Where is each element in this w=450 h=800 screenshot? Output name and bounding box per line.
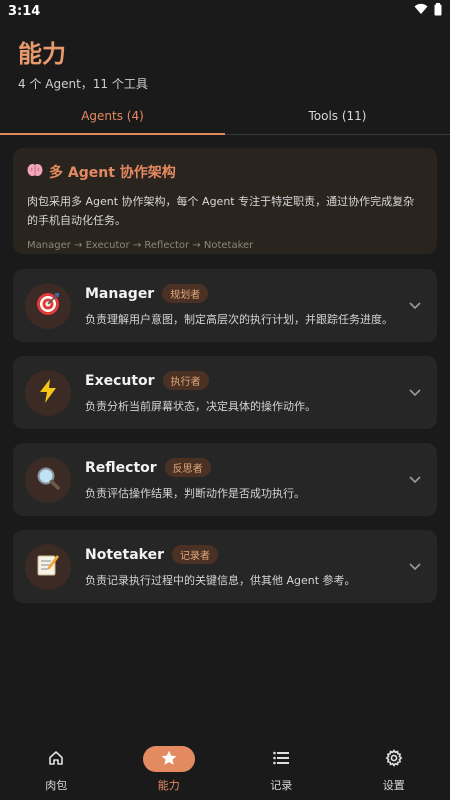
intro-title: 多 Agent 协作架构 [49, 165, 176, 181]
agent-title-row: Reflector 反思者 [85, 458, 405, 477]
nav-icon-container [368, 746, 420, 772]
status-icons [414, 2, 442, 20]
battery-icon [434, 2, 442, 20]
agent-card-manager[interactable]: Manager 规划者 负责理解用户意图，制定高层次的执行计划，并跟踪任务进度。 [13, 269, 437, 342]
memo-icon [36, 553, 60, 581]
agent-flow: Manager → Executor → Reflector → Notetak… [27, 240, 254, 251]
nav-item-settings[interactable]: 设置 [349, 746, 439, 793]
chevron-down-icon[interactable] [405, 383, 425, 403]
agent-card-executor[interactable]: Executor 执行者 负责分析当前屏幕状态，决定具体的操作动作。 [13, 356, 437, 429]
nav-label: 能力 [157, 779, 180, 792]
role-badge: 记录者 [172, 545, 218, 564]
page-subtitle: 4 个 Agent，11 个工具 [18, 77, 148, 91]
chevron-down-icon[interactable] [405, 557, 425, 577]
status-bar: 3:14 [0, 0, 450, 22]
nav-icon-container [30, 746, 82, 772]
tab-agents-label: Agents (4) [81, 109, 144, 123]
page-title: 能力 [18, 40, 66, 68]
nav-item-records[interactable]: 记录 [236, 746, 326, 793]
agent-description: 负责记录执行过程中的关键信息，供其他 Agent 参考。 [85, 574, 356, 587]
agent-card-body: Notetaker 记录者 负责记录执行过程中的关键信息，供其他 Agent 参… [85, 545, 405, 588]
agent-name: Executor [85, 372, 155, 389]
agent-card-body: Reflector 反思者 负责评估操作结果，判断动作是否成功执行。 [85, 458, 405, 501]
intro-title-row: 多 Agent 协作架构 [27, 162, 423, 182]
intro-description: 肉包采用多 Agent 协作架构，每个 Agent 专注于特定职责，通过协作完成… [27, 195, 415, 227]
avatar [25, 456, 71, 503]
magnifier-icon [36, 466, 60, 494]
agent-name: Notetaker [85, 546, 164, 563]
role-badge: 规划者 [162, 284, 209, 303]
nav-icon-container [142, 746, 195, 772]
avatar [25, 369, 71, 416]
agent-title-row: Executor 执行者 [85, 371, 405, 390]
chevron-down-icon[interactable] [405, 296, 425, 316]
agent-title-row: Notetaker 记录者 [85, 545, 405, 564]
target-icon [36, 292, 60, 320]
tab-tools-label: Tools (11) [308, 109, 367, 123]
agent-list: Manager 规划者 负责理解用户意图，制定高层次的执行计划，并跟踪任务进度。… [13, 269, 437, 617]
tab-bar: Agents (4) Tools (11) [0, 98, 450, 135]
architecture-intro-card: 多 Agent 协作架构 肉包采用多 Agent 协作架构，每个 Agent 专… [13, 148, 437, 254]
agent-name: Reflector [85, 459, 157, 476]
nav-label: 设置 [382, 779, 405, 792]
avatar [25, 282, 71, 329]
tab-tools[interactable]: Tools (11) [225, 98, 450, 134]
agent-description: 负责评估操作结果，判断动作是否成功执行。 [85, 487, 305, 500]
gear-icon [385, 748, 403, 770]
nav-label: 肉包 [45, 779, 68, 792]
nav-label: 记录 [270, 779, 293, 792]
page-header: 能力 4 个 Agent，11 个工具 [18, 34, 148, 92]
agent-card-body: Executor 执行者 负责分析当前屏幕状态，决定具体的操作动作。 [85, 371, 405, 414]
nav-icon-container [255, 746, 307, 772]
agent-description: 负责分析当前屏幕状态，决定具体的操作动作。 [85, 400, 316, 413]
brain-icon [27, 163, 43, 181]
wifi-icon [414, 3, 428, 19]
agent-name: Manager [85, 285, 155, 302]
agent-card-notetaker[interactable]: Notetaker 记录者 负责记录执行过程中的关键信息，供其他 Agent 参… [13, 530, 437, 603]
role-badge: 执行者 [162, 371, 209, 390]
bottom-navigation: 肉包 能力 记录 设置 [0, 738, 450, 800]
list-icon [273, 751, 290, 768]
tab-agents[interactable]: Agents (4) [0, 98, 225, 135]
agent-description: 负责理解用户意图，制定高层次的执行计划，并跟踪任务进度。 [85, 313, 393, 326]
star-icon [161, 750, 177, 769]
agent-title-row: Manager 规划者 [85, 284, 405, 303]
agent-card-reflector[interactable]: Reflector 反思者 负责评估操作结果，判断动作是否成功执行。 [13, 443, 437, 516]
status-time: 3:14 [8, 3, 41, 19]
role-badge: 反思者 [164, 458, 211, 477]
avatar [25, 543, 71, 590]
nav-item-capabilities[interactable]: 能力 [124, 746, 214, 793]
nav-item-home[interactable]: 肉包 [11, 746, 101, 793]
chevron-down-icon[interactable] [405, 470, 425, 490]
home-icon [48, 750, 64, 769]
agent-card-body: Manager 规划者 负责理解用户意图，制定高层次的执行计划，并跟踪任务进度。 [85, 284, 405, 327]
lightning-icon [38, 378, 58, 407]
